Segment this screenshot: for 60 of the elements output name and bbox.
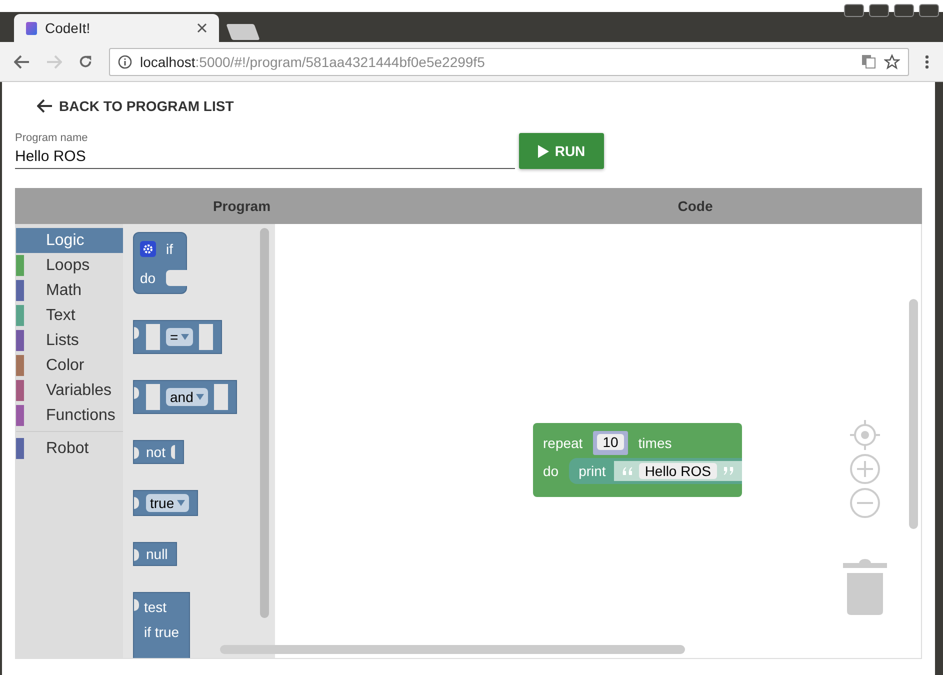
dropdown-arrow-icon [177, 500, 186, 506]
vertical-scrollbar[interactable] [260, 228, 269, 618]
maximize-button[interactable] [894, 4, 914, 17]
dropdown-arrow-icon [181, 334, 190, 340]
close-quote-icon [722, 467, 734, 475]
category-item[interactable]: Math [16, 278, 123, 303]
app-logo-icon [26, 22, 37, 34]
menu-icon[interactable] [925, 54, 929, 68]
category-item[interactable]: Robot [16, 436, 123, 461]
connector-notch [134, 387, 139, 399]
logic-block[interactable]: null [133, 542, 177, 566]
logic-block[interactable]: test if true [133, 592, 190, 658]
pane-tab[interactable]: Code [468, 198, 922, 214]
back-link[interactable]: BACK TO PROGRAM LIST [37, 98, 234, 114]
browser-tab[interactable]: CodeIt! [14, 14, 219, 42]
category-item[interactable]: Color [16, 353, 123, 378]
number-field[interactable]: 10 [596, 434, 624, 450]
dropdown-arrow-icon [196, 394, 204, 400]
vertical-scrollbar[interactable] [909, 299, 918, 529]
print-block[interactable]: print Hello ROS [568, 458, 742, 484]
category-item[interactable]: Loops [16, 253, 123, 278]
program-name-input[interactable]: Hello ROS [15, 144, 515, 168]
connector-notch [134, 497, 139, 509]
connector-notch [134, 327, 139, 339]
url-text: localhost:5000/#!/program/581aa4321444bf0e5e2299f5 [140, 54, 485, 70]
category-item[interactable]: Variables [16, 378, 123, 403]
new-tab-button[interactable] [226, 24, 260, 40]
logic-block[interactable]: not [133, 440, 184, 464]
run-button[interactable]: RUN [519, 133, 604, 169]
category-item[interactable]: Logic [16, 228, 123, 253]
tab-title: CodeIt! [45, 20, 92, 36]
category-item[interactable]: Text [16, 303, 123, 328]
connector-notch [134, 447, 139, 459]
minimize-button[interactable] [844, 4, 864, 17]
text-field[interactable]: Hello ROS [638, 463, 717, 479]
info-icon [118, 54, 132, 68]
horizontal-scrollbar[interactable] [220, 645, 685, 654]
translate-icon[interactable] [861, 54, 876, 69]
play-icon [538, 144, 549, 158]
star-icon[interactable] [884, 54, 900, 70]
category-item[interactable]: Lists [16, 328, 123, 353]
connector-notch [134, 599, 139, 611]
address-bar[interactable]: localhost:5000/#!/program/581aa4321444bf0e5e2299f5 [109, 48, 909, 76]
close-icon[interactable] [197, 23, 207, 33]
category-item[interactable]: Functions [16, 403, 123, 428]
logic-block[interactable]: and [133, 380, 238, 414]
repeat-block[interactable]: repeat 10 times do print Hello ROS [533, 423, 742, 497]
open-quote-icon [622, 467, 633, 475]
logic-block[interactable]: true [133, 490, 198, 516]
pane-tab[interactable]: Program [15, 198, 468, 214]
field-label: Program name [15, 132, 89, 144]
reload-icon[interactable] [78, 54, 93, 69]
connector-notch [134, 549, 139, 561]
text-block[interactable]: Hello ROS [614, 461, 742, 481]
gear-icon[interactable] [140, 240, 156, 256]
back-arrow-icon[interactable] [14, 54, 30, 68]
restore-button[interactable] [869, 4, 889, 17]
back-arrow-icon [37, 99, 53, 113]
close-window-button[interactable] [919, 4, 939, 17]
logic-block[interactable]: = [133, 320, 222, 354]
